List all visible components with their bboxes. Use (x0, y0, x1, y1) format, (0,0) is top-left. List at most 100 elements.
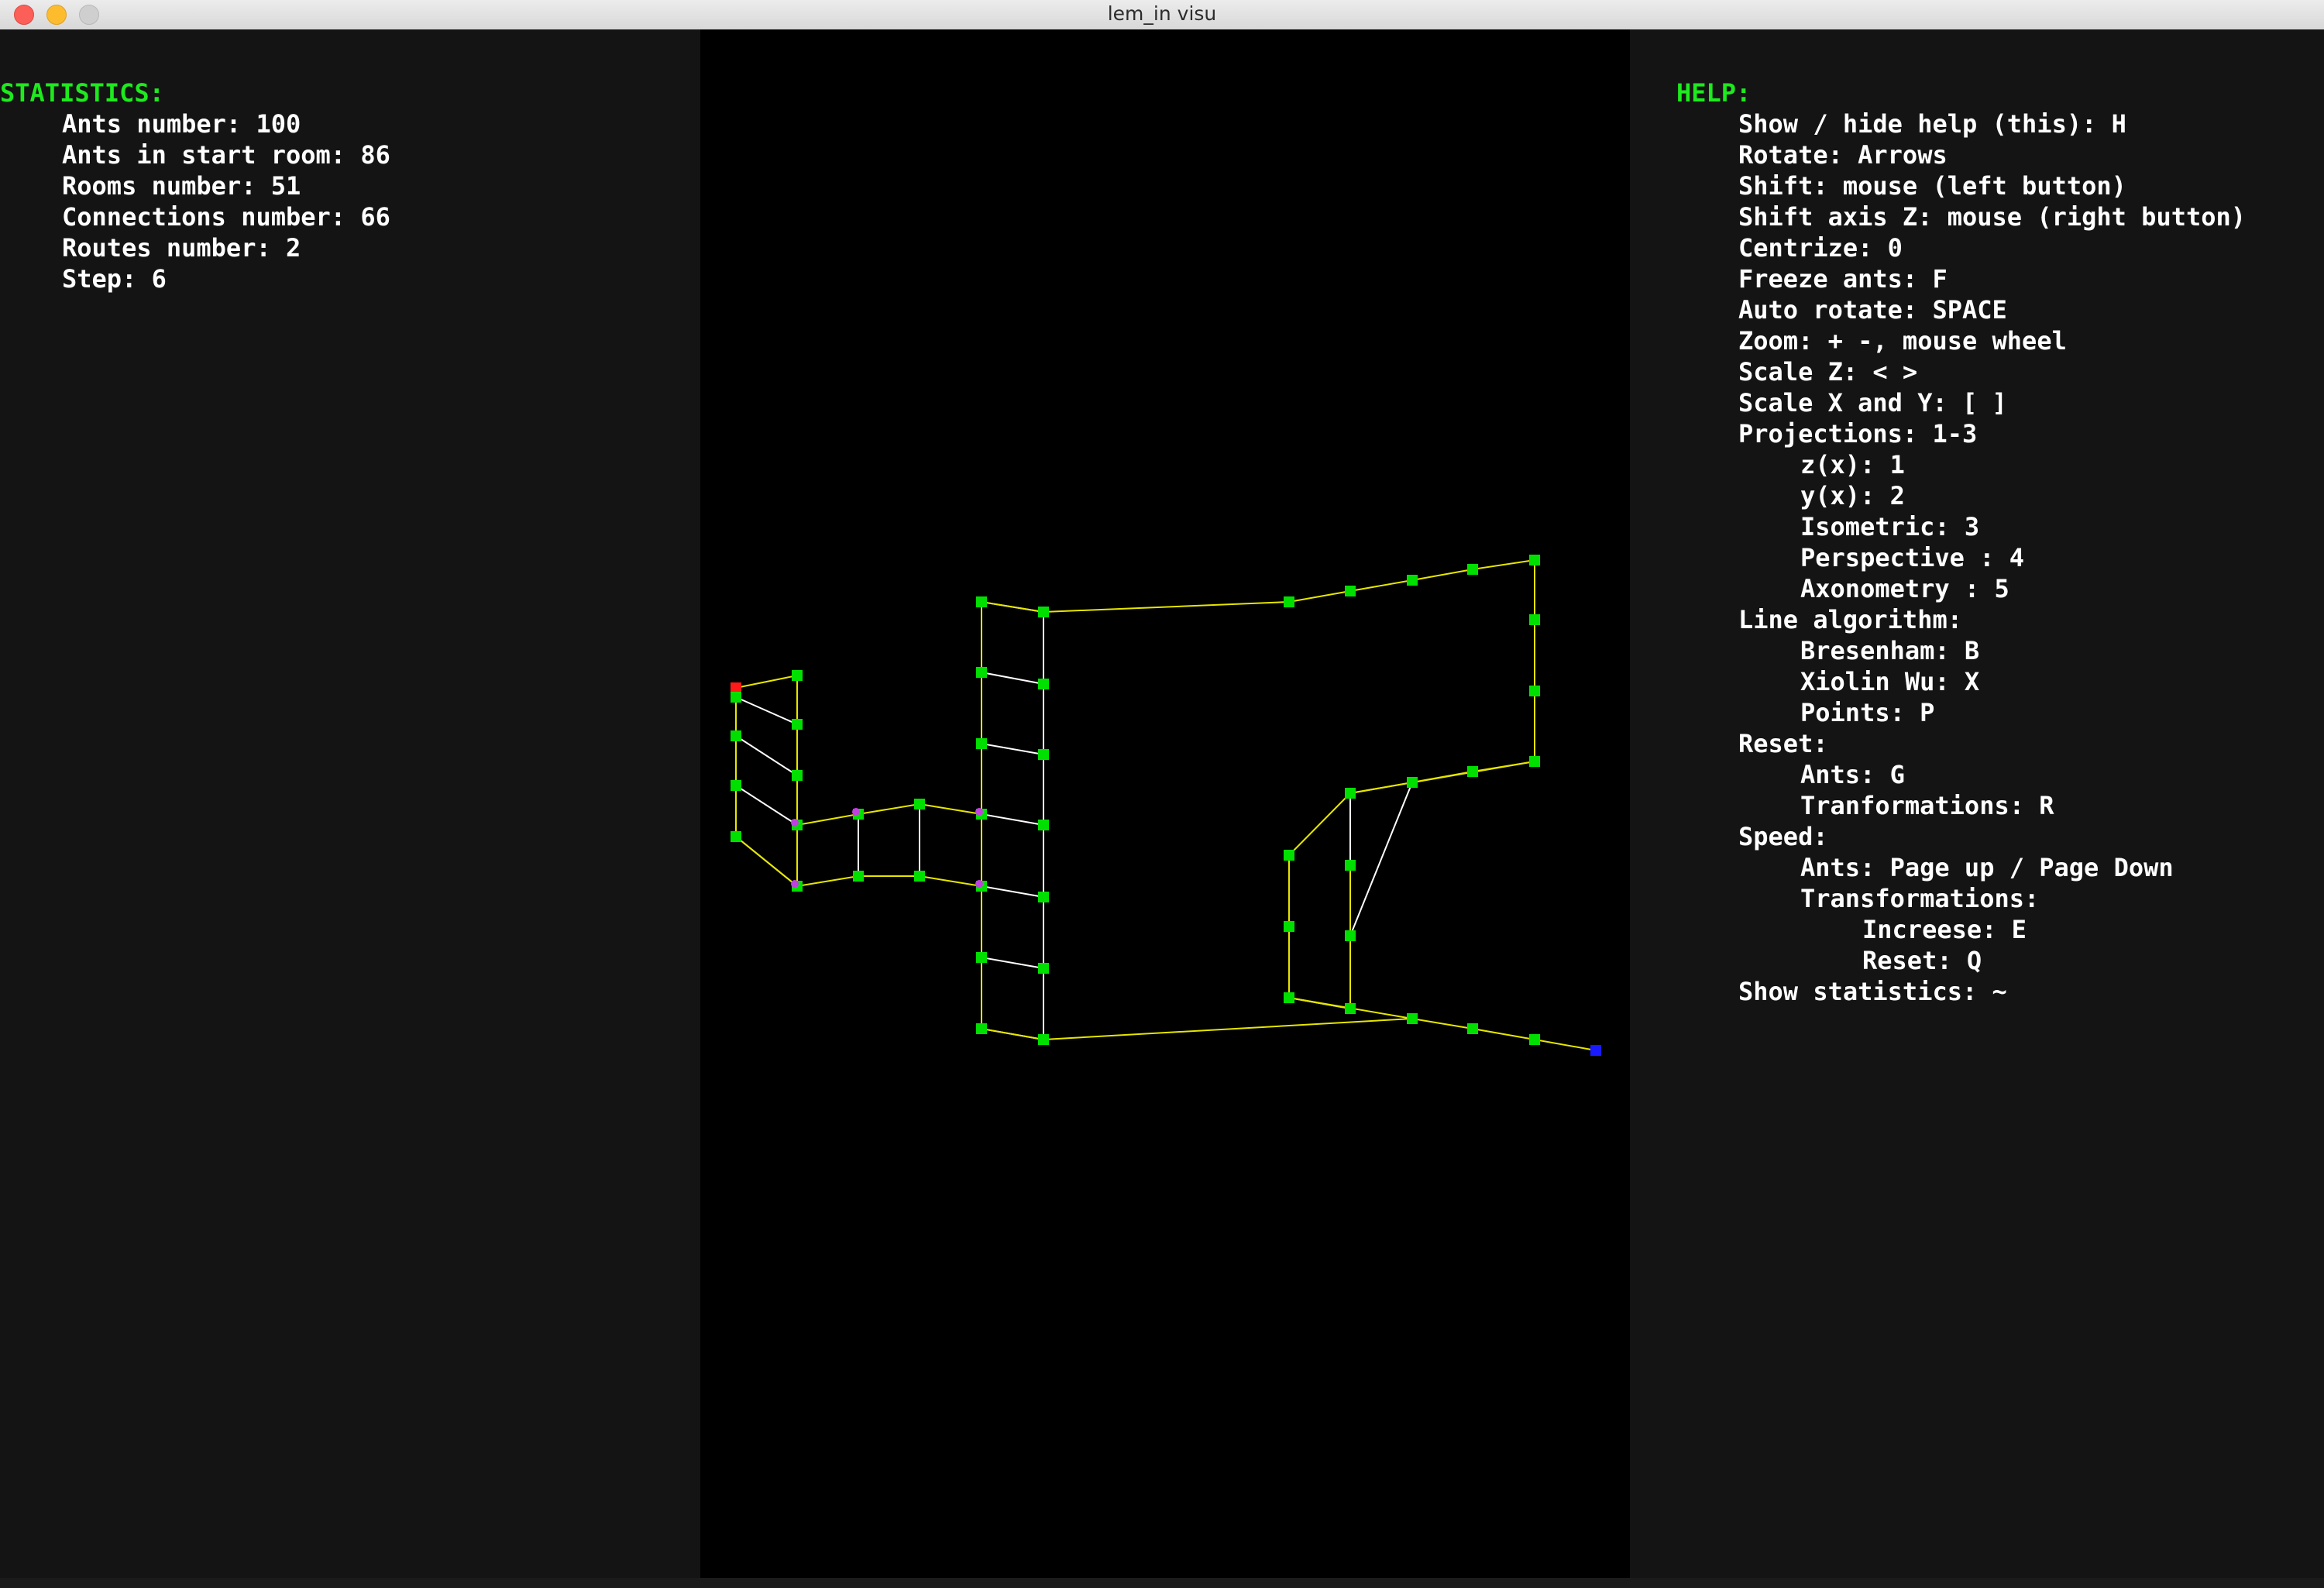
route-edge (1043, 1018, 1413, 1040)
help-line: Axonometry : 5 (1800, 574, 2009, 603)
room-node (1529, 555, 1540, 565)
route-edge (735, 675, 798, 689)
graph-canvas[interactable] (700, 29, 1630, 1578)
connection-edge (735, 735, 798, 776)
route-edge (1349, 579, 1413, 592)
room-node (976, 596, 987, 607)
help-line: y(x): 2 (1800, 481, 1905, 510)
room-node (976, 738, 987, 749)
route-edge (1411, 771, 1473, 783)
room-node (731, 831, 741, 842)
room-node (1345, 930, 1356, 941)
room-node (1529, 1034, 1540, 1045)
connection-edge (981, 957, 1044, 969)
route-edge (1472, 1028, 1535, 1040)
stat-ants-number: Ants number: 100 (62, 109, 301, 139)
room-node (1038, 820, 1049, 830)
window-title: lem_in visu (1107, 2, 1217, 25)
statistics-heading: STATISTICS: (0, 78, 164, 108)
route-edge (1043, 601, 1290, 613)
room-node (914, 799, 925, 809)
room-node (1529, 686, 1540, 696)
help-line: Reset: (1738, 729, 1828, 758)
room-node (1529, 756, 1540, 767)
room-node (1407, 1013, 1418, 1024)
route-edge (858, 803, 920, 815)
route-edge (796, 875, 859, 887)
room-node (1345, 788, 1356, 799)
help-line: Speed: (1738, 822, 1828, 851)
room-node (731, 780, 741, 791)
route-edge (1411, 569, 1473, 581)
help-line: Transformations: (1800, 884, 2040, 913)
ant-marker (975, 880, 983, 888)
connection-edge (1349, 782, 1413, 937)
help-line: Auto rotate: SPACE (1738, 295, 2007, 325)
room-node (1284, 921, 1294, 932)
route-edge (1472, 761, 1535, 772)
help-line: Show statistics: ~ (1738, 977, 2007, 1006)
room-node (1407, 777, 1418, 788)
room-node (1345, 586, 1356, 596)
graph-view[interactable] (700, 29, 1630, 1578)
room-node (1038, 892, 1049, 902)
connection-edge (981, 813, 1044, 826)
help-line: Scale X and Y: [ ] (1738, 388, 2007, 418)
help-line: Ants: G (1800, 760, 1905, 789)
connection-edge (981, 672, 1044, 685)
help-line: Rotate: Arrows (1738, 140, 1948, 170)
route-edge (1349, 782, 1413, 794)
statistics-panel: STATISTICS: Ants number: 100 Ants in sta… (0, 29, 700, 1580)
window-titlebar[interactable]: lem_in visu (0, 0, 2324, 30)
connection-edge (981, 743, 1044, 755)
room-node (1038, 963, 1049, 974)
room-node (792, 719, 803, 730)
help-line: Bresenham: B (1800, 636, 1980, 665)
stat-ants-in-start-room: Ants in start room: 86 (62, 140, 390, 170)
route-edge (796, 813, 859, 826)
room-node (1407, 575, 1418, 586)
route-edge (735, 836, 798, 887)
help-line: Scale Z: < > (1738, 357, 1918, 387)
room-node (1284, 596, 1294, 607)
route-edge (1472, 559, 1535, 570)
help-line: Show / hide help (this): H (1738, 109, 2126, 139)
help-line: Shift: mouse (left button) (1738, 171, 2126, 201)
room-node (1467, 564, 1478, 575)
room-node (976, 952, 987, 963)
help-line: Line algorithm: (1738, 605, 1962, 634)
help-line: Tranformations: R (1800, 791, 2054, 820)
route-edge (919, 803, 982, 815)
room-node (853, 871, 864, 882)
connection-edge (981, 885, 1044, 898)
route-edge (1288, 997, 1351, 1009)
help-line: Freeze ants: F (1738, 264, 1948, 294)
room-node (1038, 749, 1049, 760)
route-edge (1288, 792, 1351, 856)
stat-routes-number: Routes number: 2 (62, 233, 301, 263)
stat-step: Step: 6 (62, 264, 167, 294)
room-node (1345, 860, 1356, 871)
ant-marker (852, 808, 860, 816)
route-edge (1411, 1018, 1473, 1029)
help-line: Projections: 1-3 (1738, 419, 1978, 449)
help-line: Perspective : 4 (1800, 543, 2024, 572)
ant-marker (791, 819, 799, 827)
route-edge (981, 601, 1044, 613)
help-line: Shift axis Z: mouse (right button) (1738, 202, 2247, 232)
help-heading: HELP: (1676, 78, 1752, 108)
route-edge (919, 875, 982, 887)
help-line: Ants: Page up / Page Down (1800, 853, 2174, 882)
room-node (731, 692, 741, 703)
help-line: Centrize: 0 (1738, 233, 1903, 263)
stat-connections-number: Connections number: 66 (62, 202, 390, 232)
room-node (1284, 992, 1294, 1003)
ant-marker (975, 808, 983, 816)
room-node (792, 670, 803, 681)
room-node (1284, 850, 1294, 861)
connection-edge (735, 785, 798, 826)
room-node (1467, 766, 1478, 777)
connection-edge (735, 696, 798, 725)
room-node (976, 1023, 987, 1034)
help-line: Xiolin Wu: X (1800, 667, 1980, 696)
